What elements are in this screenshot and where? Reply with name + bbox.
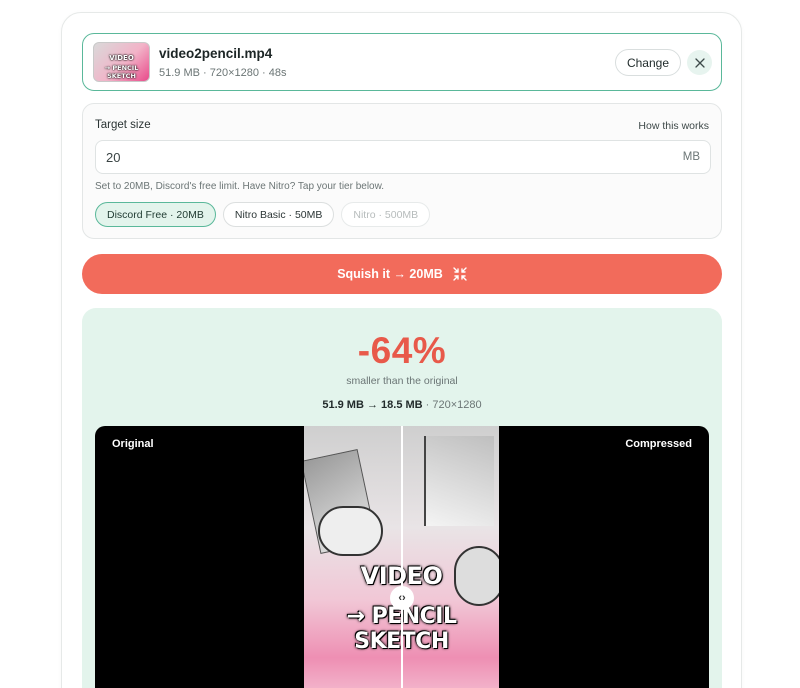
squish-label: Squish it → 20MB <box>337 267 443 281</box>
video-dimensions: · 720×1280 <box>425 399 482 411</box>
target-size-input[interactable] <box>106 141 646 173</box>
how-this-works-link[interactable]: How this works <box>638 120 709 132</box>
tier-nitro[interactable]: Nitro · 500MB <box>341 202 431 227</box>
squish-button[interactable]: Squish it → 20MB <box>82 254 722 294</box>
compress-arrows-icon <box>453 267 467 281</box>
remove-file-button[interactable] <box>687 50 712 75</box>
close-icon <box>694 57 705 68</box>
file-meta: 51.9 MB · 720×1280 · 48s <box>159 67 287 79</box>
target-size-panel: Target size How this works MB Set to 20M… <box>82 103 722 239</box>
change-file-button[interactable]: Change <box>615 49 681 76</box>
tier-chips: Discord Free · 20MB Nitro Basic · 50MB N… <box>95 202 431 227</box>
tier-nitro-basic[interactable]: Nitro Basic · 50MB <box>222 202 335 227</box>
size-unit: MB <box>682 151 700 163</box>
result-panel: -64% smaller than the original 51.9 MB →… <box>82 308 722 688</box>
comparison-viewer[interactable]: VIDEO → PENCIL SKETCH Original Compresse… <box>95 426 709 688</box>
target-hint: Set to 20MB, Discord's free limit. Have … <box>95 181 385 192</box>
sketch-shape <box>424 436 494 526</box>
selected-file: VIDEO → PENCIL SKETCH video2pencil.mp4 5… <box>82 33 722 91</box>
size-change: 51.9 MB → 18.5 MB <box>322 399 423 411</box>
size-summary: 51.9 MB → 18.5 MB · 720×1280 <box>82 399 722 411</box>
drag-handle-icon[interactable]: ‹› <box>390 586 414 610</box>
sketch-shape <box>318 506 383 556</box>
comparison-divider[interactable] <box>401 426 403 688</box>
original-label: Original <box>112 438 154 450</box>
target-size-field[interactable]: MB <box>95 140 711 174</box>
compressed-label: Compressed <box>625 438 692 450</box>
thumbnail-text-1: VIDEO <box>109 54 134 62</box>
tier-discord-free[interactable]: Discord Free · 20MB <box>95 202 216 227</box>
video-thumbnail: VIDEO → PENCIL SKETCH <box>93 42 150 82</box>
reduction-percent: -64% <box>357 330 447 371</box>
file-name: video2pencil.mp4 <box>159 46 273 61</box>
thumbnail-text-2: → PENCIL SKETCH <box>104 64 139 80</box>
reduction-subtitle: smaller than the original <box>346 375 458 387</box>
target-size-label: Target size <box>95 119 151 131</box>
